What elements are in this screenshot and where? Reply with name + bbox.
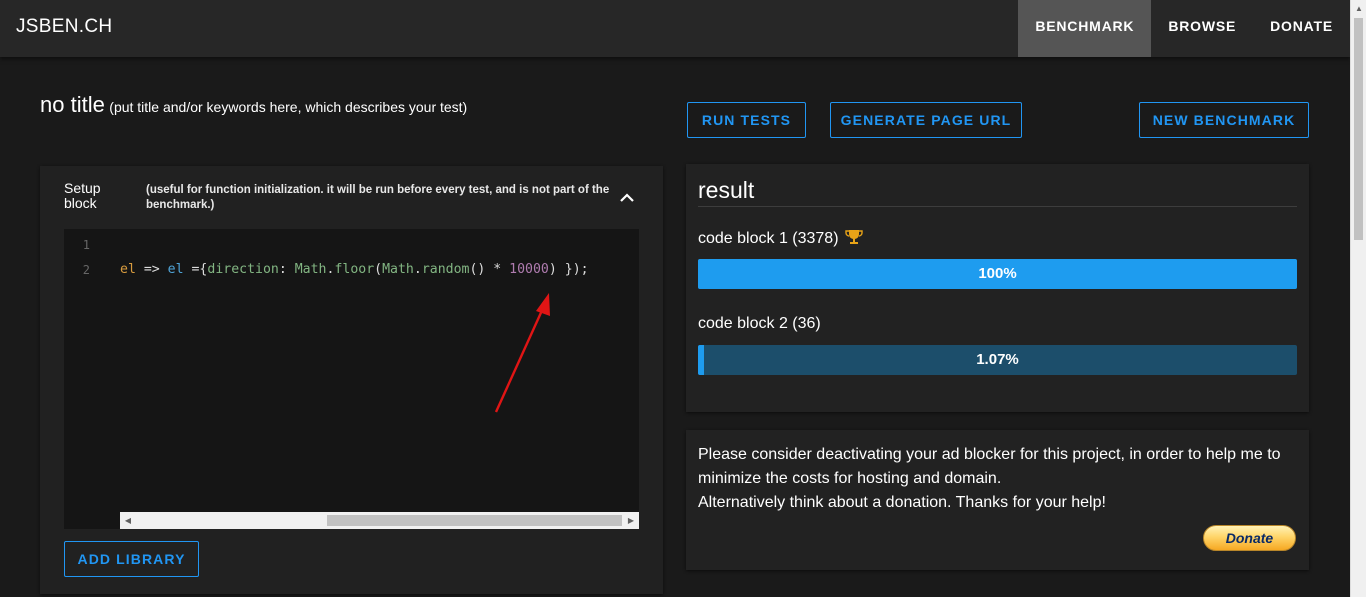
progress-percent: 1.07% [976, 351, 1019, 368]
paypal-donate-button[interactable]: Donate [1203, 525, 1296, 551]
scroll-up-arrow-icon[interactable]: ▲ [1351, 0, 1366, 17]
chevron-up-icon[interactable] [616, 187, 638, 209]
code-token: () * [469, 262, 510, 277]
code-token: 10000 [509, 262, 549, 277]
editor-horizontal-scrollbar[interactable]: ◀ ▶ [120, 512, 639, 529]
line-number: 2 [82, 263, 90, 277]
notice-line: minimize the costs for hosting and domai… [698, 470, 1002, 487]
setup-block-card: Setup block (useful for function initial… [40, 166, 663, 594]
setup-block-label: Setup block [64, 180, 101, 211]
brand-logo[interactable]: JSBEN.CH [16, 16, 112, 38]
horizontal-scrollbar-thumb[interactable] [327, 515, 622, 526]
code-token: ) }); [548, 262, 589, 277]
code-token: el [167, 262, 184, 277]
notice-line: Alternatively think about a donation. Th… [698, 494, 1106, 511]
code-token: floor [334, 262, 375, 277]
nav-browse[interactable]: BROWSE [1151, 0, 1253, 57]
scrollbar-thumb[interactable] [1354, 18, 1363, 240]
adblock-notice-card: Please consider deactivating your ad blo… [686, 430, 1309, 570]
setup-block-description: (useful for function initialization. it … [146, 184, 610, 211]
notice-line: Please consider deactivating your ad blo… [698, 446, 1281, 463]
code-token: => [135, 262, 168, 277]
result-title: result [698, 177, 1297, 207]
title-text: no title [40, 92, 105, 117]
code-token: random [421, 262, 470, 277]
code-token: . [413, 262, 422, 277]
scroll-left-arrow-icon[interactable]: ◀ [120, 512, 136, 529]
code-token: Math [294, 262, 327, 277]
page-scrollbar[interactable]: ▲ [1350, 0, 1366, 597]
setup-code-editor[interactable]: 1 2 el => el ={direction: Math.floor(Mat… [64, 229, 639, 529]
title-hint: (put title and/or keywords here, which d… [109, 99, 468, 115]
progress-percent: 100% [978, 265, 1017, 282]
main-nav: BENCHMARK BROWSE DONATE [1018, 0, 1350, 57]
code-block-2-progress-bar: 1.07% [698, 345, 1297, 375]
code-line-2[interactable]: el => el ={direction: Math.floor(Math.ra… [120, 262, 589, 277]
new-benchmark-button[interactable]: NEW BENCHMARK [1139, 102, 1309, 138]
nav-benchmark[interactable]: BENCHMARK [1018, 0, 1152, 57]
code-token: el [120, 262, 136, 277]
generate-page-url-button[interactable]: GENERATE PAGE URL [830, 102, 1022, 138]
trophy-icon [845, 230, 863, 244]
code-block-1-progress-bar: 100% [698, 259, 1297, 289]
line-number: 1 [82, 238, 90, 252]
code-block-2-label: code block 2 (36) [698, 315, 821, 332]
editor-gutter: 1 2 [64, 229, 120, 529]
top-navbar: JSBEN.CH BENCHMARK BROWSE DONATE [0, 0, 1350, 57]
result-card: result code block 1 (3378) 100% code blo… [686, 164, 1309, 412]
benchmark-title[interactable]: no title (put title and/or keywords here… [40, 92, 467, 118]
code-token: direction [207, 262, 279, 277]
nav-donate[interactable]: DONATE [1253, 0, 1350, 57]
code-block-1-label: code block 1 (3378) [698, 229, 863, 248]
code-block-label-text: code block 1 (3378) [698, 230, 839, 247]
code-token: ( [374, 262, 383, 277]
code-token: : [278, 262, 295, 277]
scroll-right-arrow-icon[interactable]: ▶ [623, 512, 639, 529]
code-token: Math [382, 262, 414, 277]
add-library-button[interactable]: ADD LIBRARY [64, 541, 199, 577]
code-token: ={ [183, 262, 208, 277]
adblock-notice-text: Please consider deactivating your ad blo… [698, 443, 1298, 515]
run-tests-button[interactable]: RUN TESTS [687, 102, 806, 138]
